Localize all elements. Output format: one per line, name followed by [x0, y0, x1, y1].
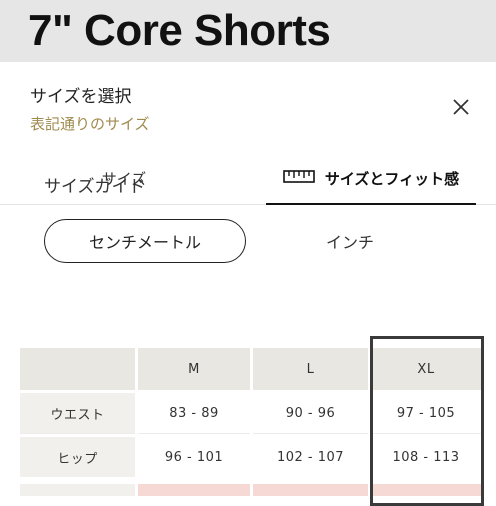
sheet-subtitle: 表記通りのサイズ [30, 115, 150, 133]
product-header: 7" Core Shorts [0, 0, 496, 62]
sheet-title: サイズを選択 [30, 87, 132, 107]
close-icon [453, 99, 469, 115]
close-button[interactable] [446, 92, 476, 122]
unit-centimeter-button[interactable]: センチメートル [44, 219, 246, 263]
tab-size-and-fit[interactable]: サイズとフィット感 [266, 152, 476, 205]
ruler-icon [283, 168, 315, 188]
table-header-cell [20, 348, 135, 390]
table-header-cell: XL [371, 348, 481, 390]
table-cell-partial [138, 484, 250, 496]
table-cell: 108 - 113 [371, 437, 481, 477]
table-row-label: ウエスト [20, 393, 135, 434]
table-cell: 97 - 105 [371, 393, 481, 434]
product-title: 7" Core Shorts [28, 6, 331, 55]
table-header-cell: L [253, 348, 368, 390]
tab-size-and-fit-label: サイズとフィット感 [324, 169, 460, 188]
table-row-partial [20, 484, 135, 496]
unit-inch-button[interactable]: インチ [300, 222, 400, 260]
table-header-cell: M [138, 348, 250, 390]
table-cell: 83 - 89 [138, 393, 250, 434]
size-guide-title: サイズガイド [44, 177, 146, 197]
table-cell-partial [371, 484, 481, 496]
table-cell: 102 - 107 [253, 437, 368, 477]
table-cell: 90 - 96 [253, 393, 368, 434]
table-row-label: ヒップ [20, 437, 135, 477]
table-cell: 96 - 101 [138, 437, 250, 477]
table-cell-partial [253, 484, 368, 496]
